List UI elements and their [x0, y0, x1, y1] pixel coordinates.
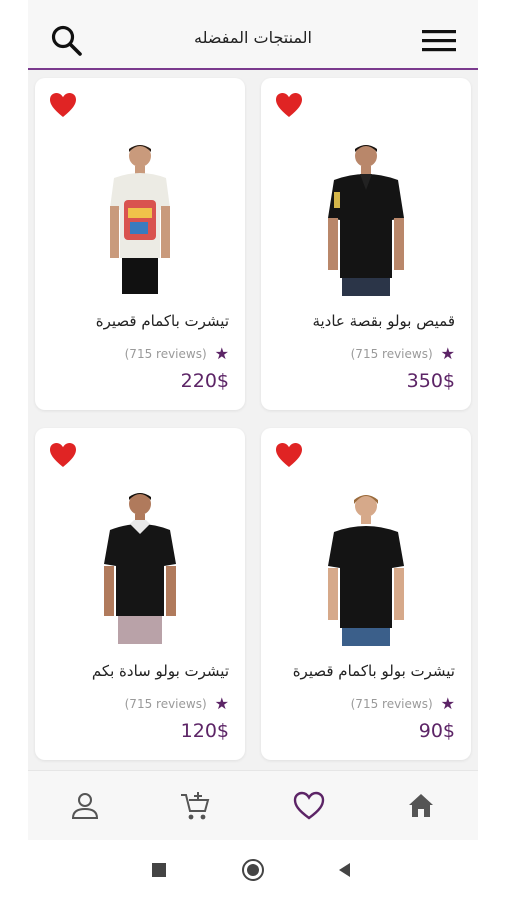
star-icon: ★	[214, 694, 229, 713]
heart-icon[interactable]	[49, 442, 77, 468]
add-to-cart-icon[interactable]	[178, 789, 212, 823]
back-triangle-icon[interactable]	[333, 858, 357, 882]
star-icon: ★	[440, 344, 455, 363]
product-card[interactable]: تيشرت بولو سادة بكم (715 reviews) ★ 120$	[35, 428, 245, 760]
product-price: 220$	[180, 370, 229, 392]
heart-icon[interactable]	[49, 92, 77, 118]
review-count: (715 reviews)	[350, 697, 433, 711]
review-count: (715 reviews)	[124, 347, 207, 361]
product-price: 350$	[406, 370, 455, 392]
product-name: تيشرت بولو سادة بكم	[91, 662, 229, 680]
system-navigation-bar	[0, 840, 506, 900]
star-icon: ★	[440, 694, 455, 713]
product-rating: (715 reviews) ★	[125, 696, 229, 712]
bottom-navigation	[28, 770, 478, 841]
product-card[interactable]: قميص بولو بقصة عادية (715 reviews) ★ 350…	[261, 78, 471, 410]
favorites-heart-icon[interactable]	[292, 789, 326, 823]
review-count: (715 reviews)	[124, 697, 207, 711]
product-name: تيشرت باكمام قصيرة	[95, 312, 229, 330]
product-photo	[328, 495, 404, 646]
product-photo	[110, 145, 170, 294]
product-name: تيشرت بولو باكمام قصيرة	[292, 662, 455, 680]
home-circle-icon[interactable]	[241, 858, 265, 882]
review-count: (715 reviews)	[350, 347, 433, 361]
app-screen: المنتجات المفضله تيشرت باكمام قصيرة (715…	[28, 0, 478, 841]
star-icon: ★	[214, 344, 229, 363]
product-card[interactable]: تيشرت بولو باكمام قصيرة (715 reviews) ★ …	[261, 428, 471, 760]
product-rating: (715 reviews) ★	[351, 696, 455, 712]
profile-icon[interactable]	[68, 789, 102, 823]
recent-apps-icon[interactable]	[147, 858, 171, 882]
product-photo	[328, 145, 404, 296]
product-rating: (715 reviews) ★	[351, 346, 455, 362]
page-title: المنتجات المفضله	[194, 28, 312, 47]
home-icon[interactable]	[404, 789, 438, 823]
heart-icon[interactable]	[275, 92, 303, 118]
product-rating: (715 reviews) ★	[125, 346, 229, 362]
hamburger-menu-icon[interactable]	[422, 28, 456, 54]
heart-icon[interactable]	[275, 442, 303, 468]
top-app-bar: المنتجات المفضله	[28, 0, 478, 70]
product-price: 120$	[180, 720, 229, 742]
product-card[interactable]: تيشرت باكمام قصيرة (715 reviews) ★ 220$	[35, 78, 245, 410]
product-photo	[104, 493, 176, 644]
favorites-grid: تيشرت باكمام قصيرة (715 reviews) ★ 220$	[28, 70, 478, 770]
product-name: قميص بولو بقصة عادية	[312, 312, 455, 330]
product-price: 90$	[418, 720, 455, 742]
